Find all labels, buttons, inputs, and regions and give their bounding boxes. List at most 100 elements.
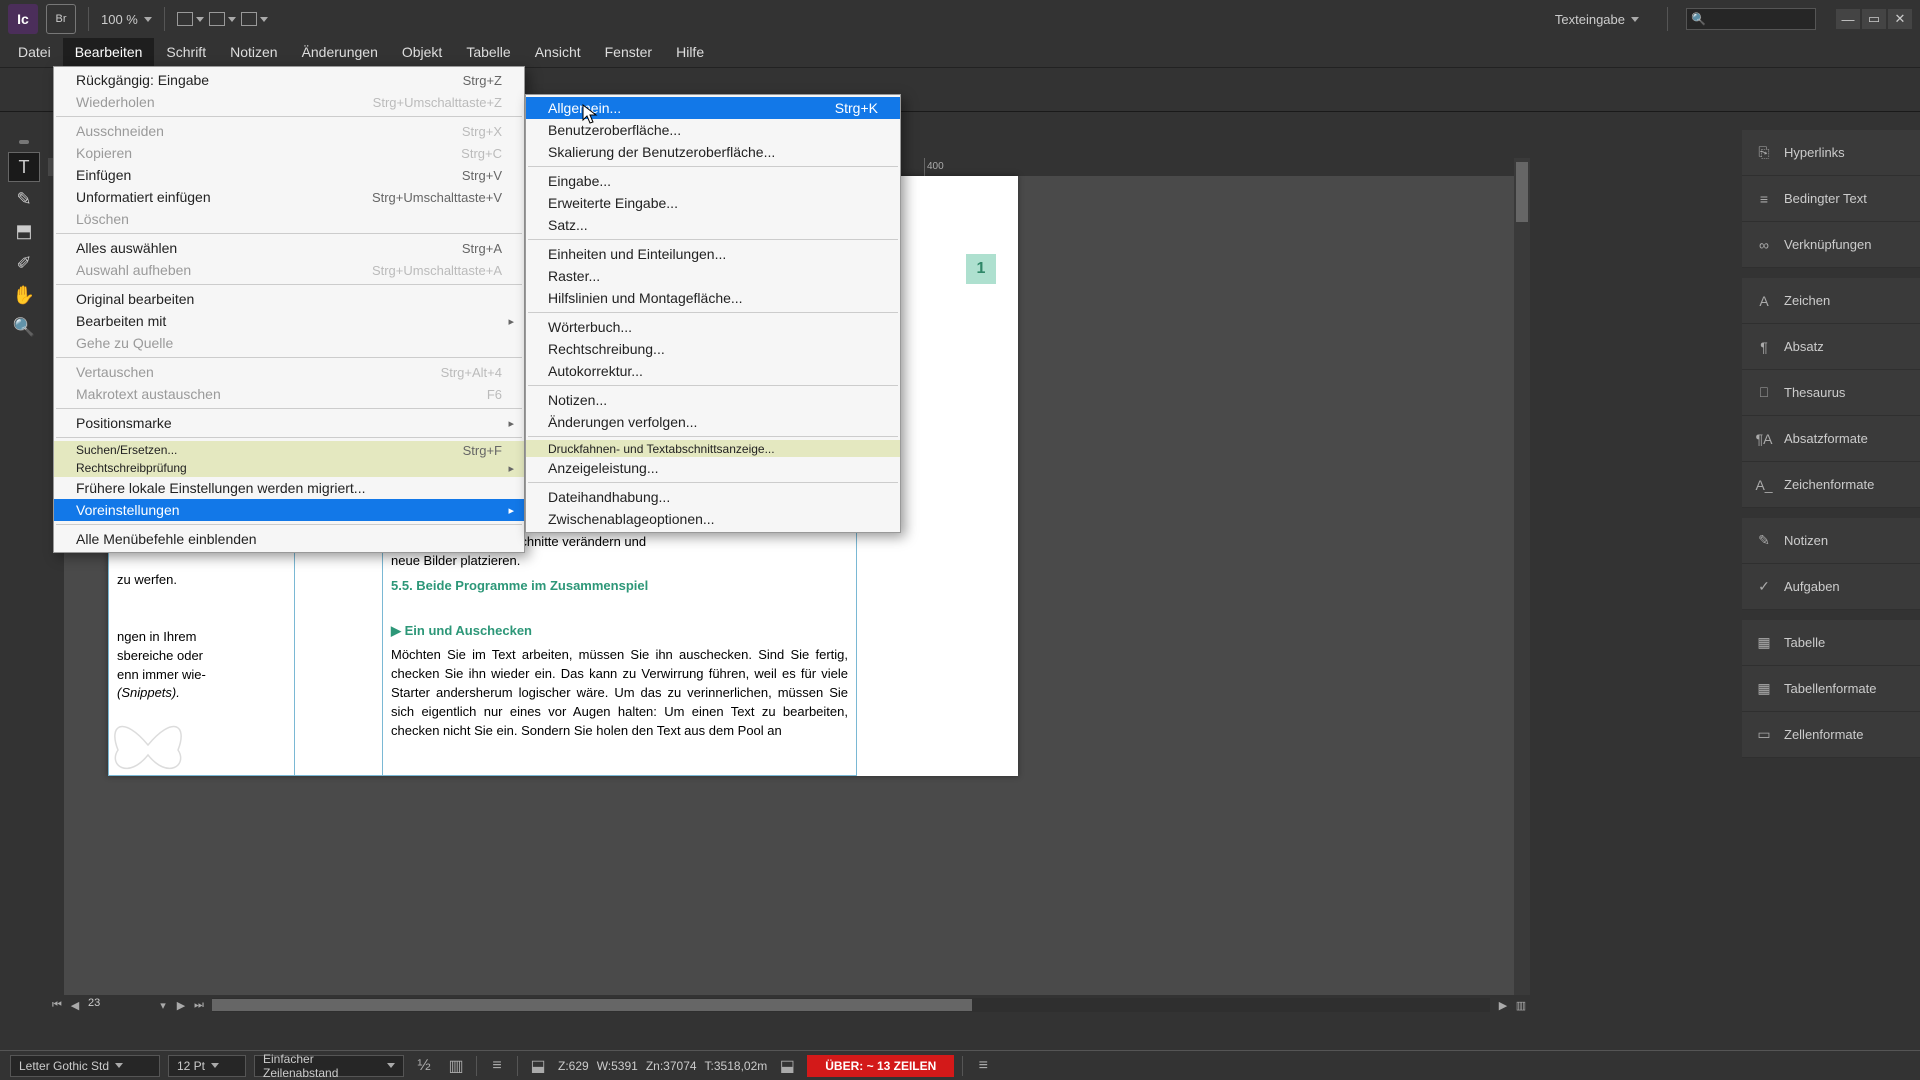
panel-zeichenformate[interactable]: A_Zeichenformate [1742, 462, 1920, 508]
status-w: W:5391 [597, 1059, 638, 1073]
align-button[interactable]: ▥ [444, 1055, 468, 1077]
menu-item[interactable]: Alle Menübefehle einblenden [54, 528, 524, 550]
prev-page-button[interactable]: ◀ [66, 996, 84, 1014]
eyedropper-tool[interactable]: ✐ [8, 248, 40, 278]
type-tool[interactable]: T [8, 152, 40, 182]
submenu-item[interactable]: Autokorrektur... [526, 360, 900, 382]
menu-item[interactable]: Original bearbeiten [54, 288, 524, 310]
panel-absatzformate[interactable]: ¶AAbsatzformate [1742, 416, 1920, 462]
page-field[interactable]: 23 [84, 997, 154, 1013]
leading-combo[interactable]: Einfacher Zeilenabstand [254, 1055, 404, 1077]
menu-item: Löschen [54, 208, 524, 230]
panel-zeichen[interactable]: AZeichen [1742, 278, 1920, 324]
submenu-item[interactable]: Notizen... [526, 389, 900, 411]
menu-item[interactable]: Suchen/Ersetzen...Strg+F [54, 441, 524, 459]
hyperlinks-icon: ⎘ [1754, 145, 1774, 161]
menu-ansicht[interactable]: Ansicht [523, 38, 593, 67]
bridge-button[interactable]: Br [46, 4, 76, 34]
panel-zellenformate[interactable]: ▭Zellenformate [1742, 712, 1920, 758]
page-number-marker: 1 [966, 254, 996, 284]
panel-verknuepfungen[interactable]: ∞Verknüpfungen [1742, 222, 1920, 268]
next-page-button[interactable]: ▶ [172, 996, 190, 1014]
menu-tabelle[interactable]: Tabelle [454, 38, 522, 67]
workspace-switcher[interactable]: Texteingabe [1545, 8, 1649, 31]
menu-item[interactable]: Voreinstellungen [54, 499, 524, 521]
submenu-item[interactable]: Hilfslinien und Montagefläche... [526, 287, 900, 309]
menu-objekt[interactable]: Objekt [390, 38, 454, 67]
submenu-item[interactable]: Anzeigeleistung... [526, 457, 900, 479]
horizontal-scrollbar[interactable] [212, 998, 1490, 1012]
zoom-combo[interactable]: 100 % [101, 12, 152, 27]
submenu-item[interactable]: Benutzeroberfläche... [526, 119, 900, 141]
menu-item[interactable]: Unformatiert einfügenStrg+Umschalttaste+… [54, 186, 524, 208]
menu-button-2[interactable]: ≡ [971, 1055, 995, 1077]
zoom-tool[interactable]: 🔍 [8, 312, 40, 342]
submenu-item[interactable]: Rechtschreibung... [526, 338, 900, 360]
first-page-button[interactable]: ⏮ [48, 996, 66, 1014]
view-mode-button-1[interactable] [177, 5, 205, 33]
body-text: neue Bilder platzieren. [391, 553, 520, 568]
submenu-item[interactable]: Einheiten und Einteilungen... [526, 243, 900, 265]
menu-fenster[interactable]: Fenster [593, 38, 664, 67]
panel-notizen[interactable]: ✎Notizen [1742, 518, 1920, 564]
submenu-item[interactable]: Druckfahnen- und Textabschnittsanzeige..… [526, 440, 900, 457]
restore-button[interactable]: ▭ [1862, 9, 1886, 29]
menu-hilfe[interactable]: Hilfe [664, 38, 716, 67]
view-mode-button-2[interactable] [209, 5, 237, 33]
font-size-combo[interactable]: 12 Pt [168, 1055, 246, 1077]
menu-item[interactable]: EinfügenStrg+V [54, 164, 524, 186]
copyfit-button[interactable]: ⬓ [775, 1055, 799, 1077]
submenu-item[interactable]: Wörterbuch... [526, 316, 900, 338]
submenu-item[interactable]: Eingabe... [526, 170, 900, 192]
panel-hyperlinks[interactable]: ⎘Hyperlinks [1742, 130, 1920, 176]
search-box[interactable]: 🔍 [1686, 8, 1816, 30]
preferences-submenu: Allgemein...Strg+KBenutzeroberfläche...S… [525, 94, 901, 533]
submenu-item[interactable]: Satz... [526, 214, 900, 236]
menu-aenderungen[interactable]: Änderungen [290, 38, 390, 67]
submenu-item[interactable]: Änderungen verfolgen... [526, 411, 900, 433]
menu-button-1[interactable]: ≡ [485, 1055, 509, 1077]
menu-item[interactable]: Positionsmarke [54, 412, 524, 434]
info-button[interactable]: ⬓ [526, 1055, 550, 1077]
submenu-item[interactable]: Dateihandhabung... [526, 486, 900, 508]
submenu-item[interactable]: Erweiterte Eingabe... [526, 192, 900, 214]
menu-item[interactable]: Frühere lokale Einstellungen werden migr… [54, 477, 524, 499]
menu-item[interactable]: Bearbeiten mit [54, 310, 524, 332]
minimize-button[interactable]: — [1836, 9, 1860, 29]
hand-tool[interactable]: ✋ [8, 280, 40, 310]
status-bar: Letter Gothic Std 12 Pt Einfacher Zeilen… [0, 1050, 1920, 1080]
body-text: Möchten Sie im Text arbeiten, müssen Sie… [391, 646, 848, 740]
vertical-scrollbar[interactable] [1514, 158, 1530, 1015]
workspace-label: Texteingabe [1555, 12, 1625, 27]
menu-item[interactable]: Rechtschreibprüfung [54, 459, 524, 477]
panel-absatz[interactable]: ¶Absatz [1742, 324, 1920, 370]
edit-menu-dropdown: Rückgängig: EingabeStrg+ZWiederholenStrg… [53, 66, 525, 553]
status-t: T:3518,02m [705, 1059, 768, 1073]
menu-datei[interactable]: Datei [6, 38, 63, 67]
submenu-item[interactable]: Zwischenablageoptionen... [526, 508, 900, 530]
panel-tabelle[interactable]: ▦Tabelle [1742, 620, 1920, 666]
font-combo[interactable]: Letter Gothic Std [10, 1055, 160, 1077]
panel-bedingter-text[interactable]: ≡Bedingter Text [1742, 176, 1920, 222]
columns-button[interactable]: ½ [412, 1055, 436, 1077]
last-page-button[interactable]: ⏭ [190, 996, 208, 1014]
close-button[interactable]: ✕ [1888, 9, 1912, 29]
menu-item[interactable]: Rückgängig: EingabeStrg+Z [54, 69, 524, 91]
panel-aufgaben[interactable]: ✓Aufgaben [1742, 564, 1920, 610]
submenu-item[interactable]: Skalierung der Benutzeroberfläche... [526, 141, 900, 163]
page-dropdown[interactable]: ▾ [154, 996, 172, 1014]
position-tool[interactable]: ⬒ [8, 216, 40, 246]
menu-notizen[interactable]: Notizen [218, 38, 289, 67]
menu-bearbeiten[interactable]: Bearbeiten [63, 38, 155, 67]
scroll-right-button[interactable]: ▶ [1494, 996, 1512, 1014]
view-mode-button-3[interactable] [241, 5, 269, 33]
app-logo: Ic [8, 4, 38, 34]
note-tool[interactable]: ✎ [8, 184, 40, 214]
submenu-item[interactable]: Raster... [526, 265, 900, 287]
panel-thesaurus[interactable]: ⎕Thesaurus [1742, 370, 1920, 416]
menu-item[interactable]: Alles auswählenStrg+A [54, 237, 524, 259]
split-view-button[interactable]: ▥ [1512, 996, 1530, 1014]
menu-schrift[interactable]: Schrift [154, 38, 218, 67]
panel-tabellenformate[interactable]: ▦Tabellenformate [1742, 666, 1920, 712]
submenu-item[interactable]: Allgemein...Strg+K [526, 97, 900, 119]
